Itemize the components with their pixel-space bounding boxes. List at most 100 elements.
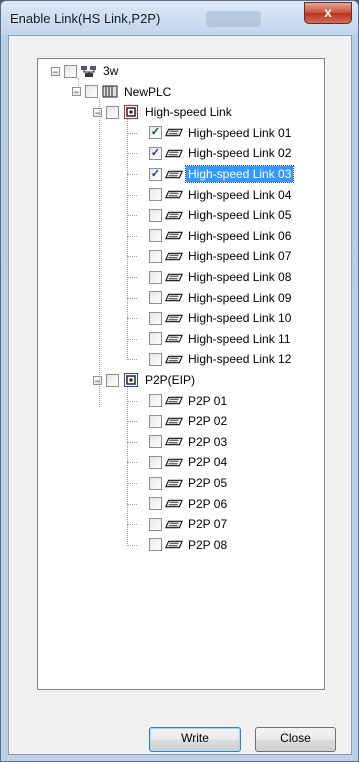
tree-node-link-item[interactable]: High-speed Link 07 [136, 246, 293, 266]
node-checkbox[interactable] [149, 476, 162, 490]
tree-node-plc[interactable]: − NewPLC [72, 82, 173, 102]
node-checkbox[interactable] [64, 64, 77, 78]
tree-node-link-item[interactable]: ✓ High-speed Link 03 [136, 164, 295, 184]
link-icon [165, 147, 183, 160]
node-label: P2P 04 [188, 455, 228, 470]
node-checkbox[interactable] [85, 85, 98, 99]
node-label: High-speed Link 02 [188, 146, 292, 161]
node-checkbox[interactable] [149, 497, 162, 511]
node-checkbox[interactable] [149, 352, 162, 366]
plc-icon [101, 85, 119, 98]
tree-node-link-item[interactable]: High-speed Link 05 [136, 205, 293, 225]
hs-link-icon [122, 105, 140, 120]
node-checkbox[interactable] [149, 455, 162, 469]
tree-node-link-item[interactable]: P2P 06 [136, 494, 229, 514]
node-checkbox[interactable] [149, 414, 162, 428]
node-label: High-speed Link 09 [188, 290, 292, 305]
link-icon [165, 312, 183, 325]
tree-node-link-item[interactable]: High-speed Link 06 [136, 226, 293, 246]
node-label: P2P 08 [188, 537, 228, 552]
node-label: High-speed Link 08 [188, 270, 292, 284]
dialog-client-area: − 3w − NewPLC − High-speed Link ✓ High-speed Li… [8, 35, 352, 755]
node-checkbox[interactable] [149, 208, 162, 222]
tree-node-root[interactable]: − 3w [51, 61, 120, 81]
tree-node-link-item[interactable]: P2P 07 [136, 514, 229, 534]
tree-node-link-item[interactable]: ✓ High-speed Link 02 [136, 143, 293, 163]
node-checkbox[interactable] [106, 105, 119, 119]
tree-node-link-item[interactable]: High-speed Link 08 [136, 267, 293, 287]
network-icon [80, 65, 98, 78]
title-bar-glass [206, 11, 261, 27]
tree-node-link-item[interactable]: High-speed Link 09 [136, 288, 293, 308]
node-label: P2P 05 [188, 476, 228, 490]
tree-connector-line [99, 98, 100, 408]
tree-node-link-item[interactable]: High-speed Link 04 [136, 185, 293, 205]
node-checkbox[interactable] [106, 373, 119, 387]
link-icon [165, 477, 183, 490]
link-icon [165, 456, 183, 469]
tree-node-link-item[interactable]: High-speed Link 10 [136, 308, 293, 328]
node-label: P2P 01 [188, 393, 228, 408]
node-checkbox[interactable]: ✓ [149, 146, 162, 160]
node-checkbox[interactable]: ✓ [149, 126, 162, 140]
link-icon [165, 415, 183, 428]
tree-node-link-item[interactable]: P2P 02 [136, 411, 229, 431]
node-label: P2P(EIP) [145, 373, 196, 387]
node-checkbox[interactable] [149, 332, 162, 346]
tree-node-link-item[interactable]: High-speed Link 12 [136, 349, 293, 369]
link-tree-view[interactable]: − 3w − NewPLC − High-speed Link ✓ High-speed Li… [37, 58, 325, 690]
link-icon [165, 332, 183, 345]
link-icon [165, 497, 183, 510]
close-icon: x [324, 4, 332, 20]
node-checkbox[interactable] [149, 394, 162, 408]
collapse-toggle[interactable]: − [93, 375, 102, 385]
tree-node-link-item[interactable]: ✓ High-speed Link 01 [136, 123, 293, 143]
link-icon [165, 394, 183, 407]
link-icon [165, 229, 183, 242]
collapse-toggle[interactable]: − [72, 87, 81, 97]
link-icon [165, 188, 183, 201]
node-checkbox[interactable] [149, 311, 162, 325]
node-label: High-speed Link 01 [188, 125, 292, 140]
close-button[interactable]: Close [255, 727, 336, 752]
link-icon [165, 518, 183, 531]
node-label: High-speed Link 11 [188, 331, 291, 346]
dialog-window: Enable Link(HS Link,P2P) x − 3w − NewPLC − Hi… [0, 0, 359, 762]
node-checkbox[interactable] [149, 538, 162, 552]
close-window-button[interactable]: x [304, 2, 352, 24]
collapse-toggle[interactable]: − [93, 107, 102, 117]
node-label: P2P 06 [188, 496, 228, 511]
tree-node-link-item[interactable]: High-speed Link 11 [136, 329, 293, 349]
tree-node-link-item[interactable]: P2P 08 [136, 535, 229, 555]
link-icon [165, 271, 183, 284]
node-checkbox[interactable] [149, 517, 162, 531]
write-button[interactable]: Write [149, 727, 241, 752]
node-checkbox[interactable] [149, 270, 162, 284]
node-checkbox[interactable] [149, 291, 162, 305]
tree-connector-line [127, 387, 128, 546]
node-label: P2P 07 [188, 517, 228, 532]
tree-node-link-item[interactable]: P2P 03 [136, 432, 229, 452]
node-label: High-speed Link 12 [188, 352, 292, 367]
tree-node-group-p2p[interactable]: − P2P(EIP) [93, 370, 197, 390]
window-title: Enable Link(HS Link,P2P) [10, 11, 161, 26]
collapse-toggle[interactable]: − [51, 66, 60, 76]
tree-node-link-item[interactable]: P2P 01 [136, 391, 229, 411]
node-checkbox[interactable] [149, 188, 162, 202]
tree-node-group-high-speed-link[interactable]: − High-speed Link [93, 102, 234, 122]
p2p-icon [122, 373, 140, 387]
link-icon [165, 209, 183, 222]
link-icon [165, 168, 183, 181]
tree-node-link-item[interactable]: P2P 04 [136, 452, 229, 472]
node-checkbox[interactable] [149, 435, 162, 449]
node-checkbox[interactable] [149, 229, 162, 243]
node-checkbox[interactable] [149, 249, 162, 263]
title-bar[interactable]: Enable Link(HS Link,P2P) x [1, 1, 358, 35]
tree-node-link-item[interactable]: P2P 05 [136, 473, 229, 493]
link-icon [165, 353, 183, 366]
node-label: High-speed Link 03 [184, 165, 295, 183]
node-label: 3w [103, 64, 119, 78]
node-checkbox[interactable]: ✓ [149, 167, 162, 181]
node-label: High-speed Link 07 [188, 249, 292, 264]
link-icon [165, 250, 183, 263]
